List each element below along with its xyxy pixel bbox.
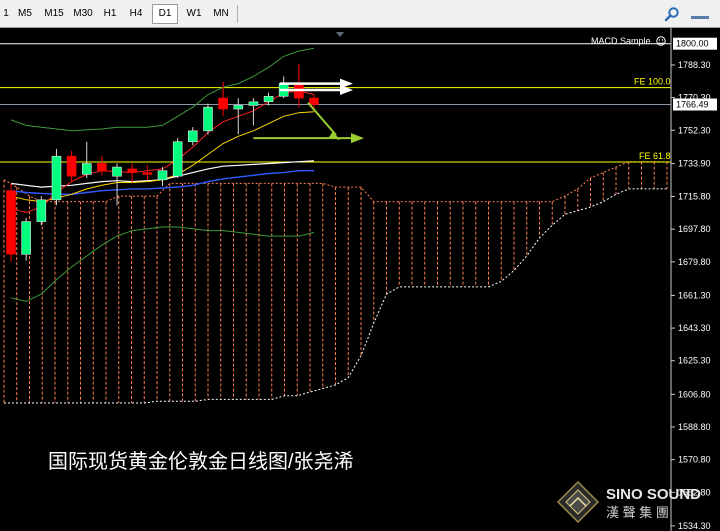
axis-tick-label: 1625.30 (678, 356, 711, 366)
candle-bull (112, 166, 122, 177)
svg-text:1800.00: 1800.00 (676, 39, 709, 49)
candle-bull (36, 199, 47, 222)
candle-bear (66, 155, 77, 177)
candle-bull (82, 163, 92, 175)
cloud-span-b (4, 188, 667, 404)
sino-sound-logo: SINO SOUND 漢 聲 集 團 (556, 480, 701, 524)
toolbar-divider (237, 5, 238, 23)
top-level-price-tag: 1800.00 (673, 37, 717, 50)
arrowhead-white (340, 84, 353, 95)
timeframe-button-active[interactable]: D1 (152, 4, 178, 24)
axis-tick-label: 1715.80 (678, 192, 711, 202)
chart-caption: 国际现货黄金伦敦金日线图/张尧浠 (48, 450, 354, 473)
timeframe-button[interactable]: W1 (182, 4, 206, 24)
axis-tick-label: 1534.30 (678, 521, 711, 531)
candle-bear (218, 97, 228, 110)
axis-tick-label: 1752.30 (678, 125, 711, 135)
chart-shift-marker[interactable] (336, 32, 344, 37)
axis-tick-label: 1643.30 (678, 323, 711, 333)
candle-bull (172, 141, 183, 177)
indicator-label: MACD Sample (591, 36, 651, 46)
axis-tick-label: 1788.30 (678, 60, 711, 70)
price-axis: 1788.301770.301752.301733.901715.801697.… (671, 60, 711, 531)
axis-tick-label: 1606.80 (678, 389, 711, 399)
timeframe-toolbar: 1 M5 M15 M30 H1 H4 D1 W1 MN (0, 0, 720, 28)
candle-bear (142, 172, 153, 175)
price-chart[interactable]: 1788.301770.301752.301733.901715.801697.… (0, 28, 720, 531)
candle-bull (233, 105, 244, 110)
candle-bull (51, 155, 62, 201)
timeframe-button[interactable]: 1 (0, 4, 12, 24)
projection-arrows (253, 78, 364, 144)
fe-61-8-label: FE 61.8 (639, 151, 671, 161)
timeframe-button[interactable]: M5 (12, 4, 38, 24)
timeframe-button[interactable]: H1 (98, 4, 122, 24)
axis-tick-label: 1661.30 (678, 290, 711, 300)
axis-tick-label: 1697.80 (678, 224, 711, 234)
timeframe-button[interactable]: M15 (40, 4, 68, 24)
projection-line-green (307, 102, 337, 136)
axis-tick-label: 1570.80 (678, 455, 711, 465)
minimize-icon[interactable] (690, 7, 712, 21)
candlesticks (6, 63, 319, 262)
bollinger-lower-line (10, 226, 315, 302)
candle-bull (157, 170, 168, 181)
candle-bear (6, 190, 16, 255)
candle-bull (203, 106, 213, 132)
candle-bull (263, 96, 274, 103)
arrowhead-green (351, 133, 364, 144)
candle-bull (248, 101, 259, 106)
search-icon[interactable] (664, 6, 680, 22)
fe-100-label: FE 100.0 (634, 77, 671, 87)
axis-tick-label: 1733.90 (678, 159, 711, 169)
ichimoku-cloud (3, 161, 668, 404)
candle-bull (188, 130, 198, 143)
axis-tick-label: 1679.80 (678, 257, 711, 267)
horizontal-levels (0, 43, 671, 163)
logo-cjk: 漢 聲 集 團 (606, 505, 669, 520)
candle-bear (127, 168, 137, 173)
svg-text:1766.49: 1766.49 (676, 100, 709, 110)
timeframe-button[interactable]: MN (208, 4, 234, 24)
candle-bear (309, 97, 319, 105)
candle-bear (97, 163, 107, 172)
timeframe-button[interactable]: H4 (124, 4, 148, 24)
current-price-tag: 1766.49 (673, 98, 717, 111)
bollinger-upper-line (10, 47, 315, 132)
candle-bull (21, 221, 31, 255)
axis-tick-label: 1588.80 (678, 422, 711, 432)
trading-terminal: 1 M5 M15 M30 H1 H4 D1 W1 MN 1788.30 1770.… (0, 0, 720, 531)
logo-brand: SINO SOUND (606, 486, 701, 503)
timeframe-button[interactable]: M30 (69, 4, 97, 24)
